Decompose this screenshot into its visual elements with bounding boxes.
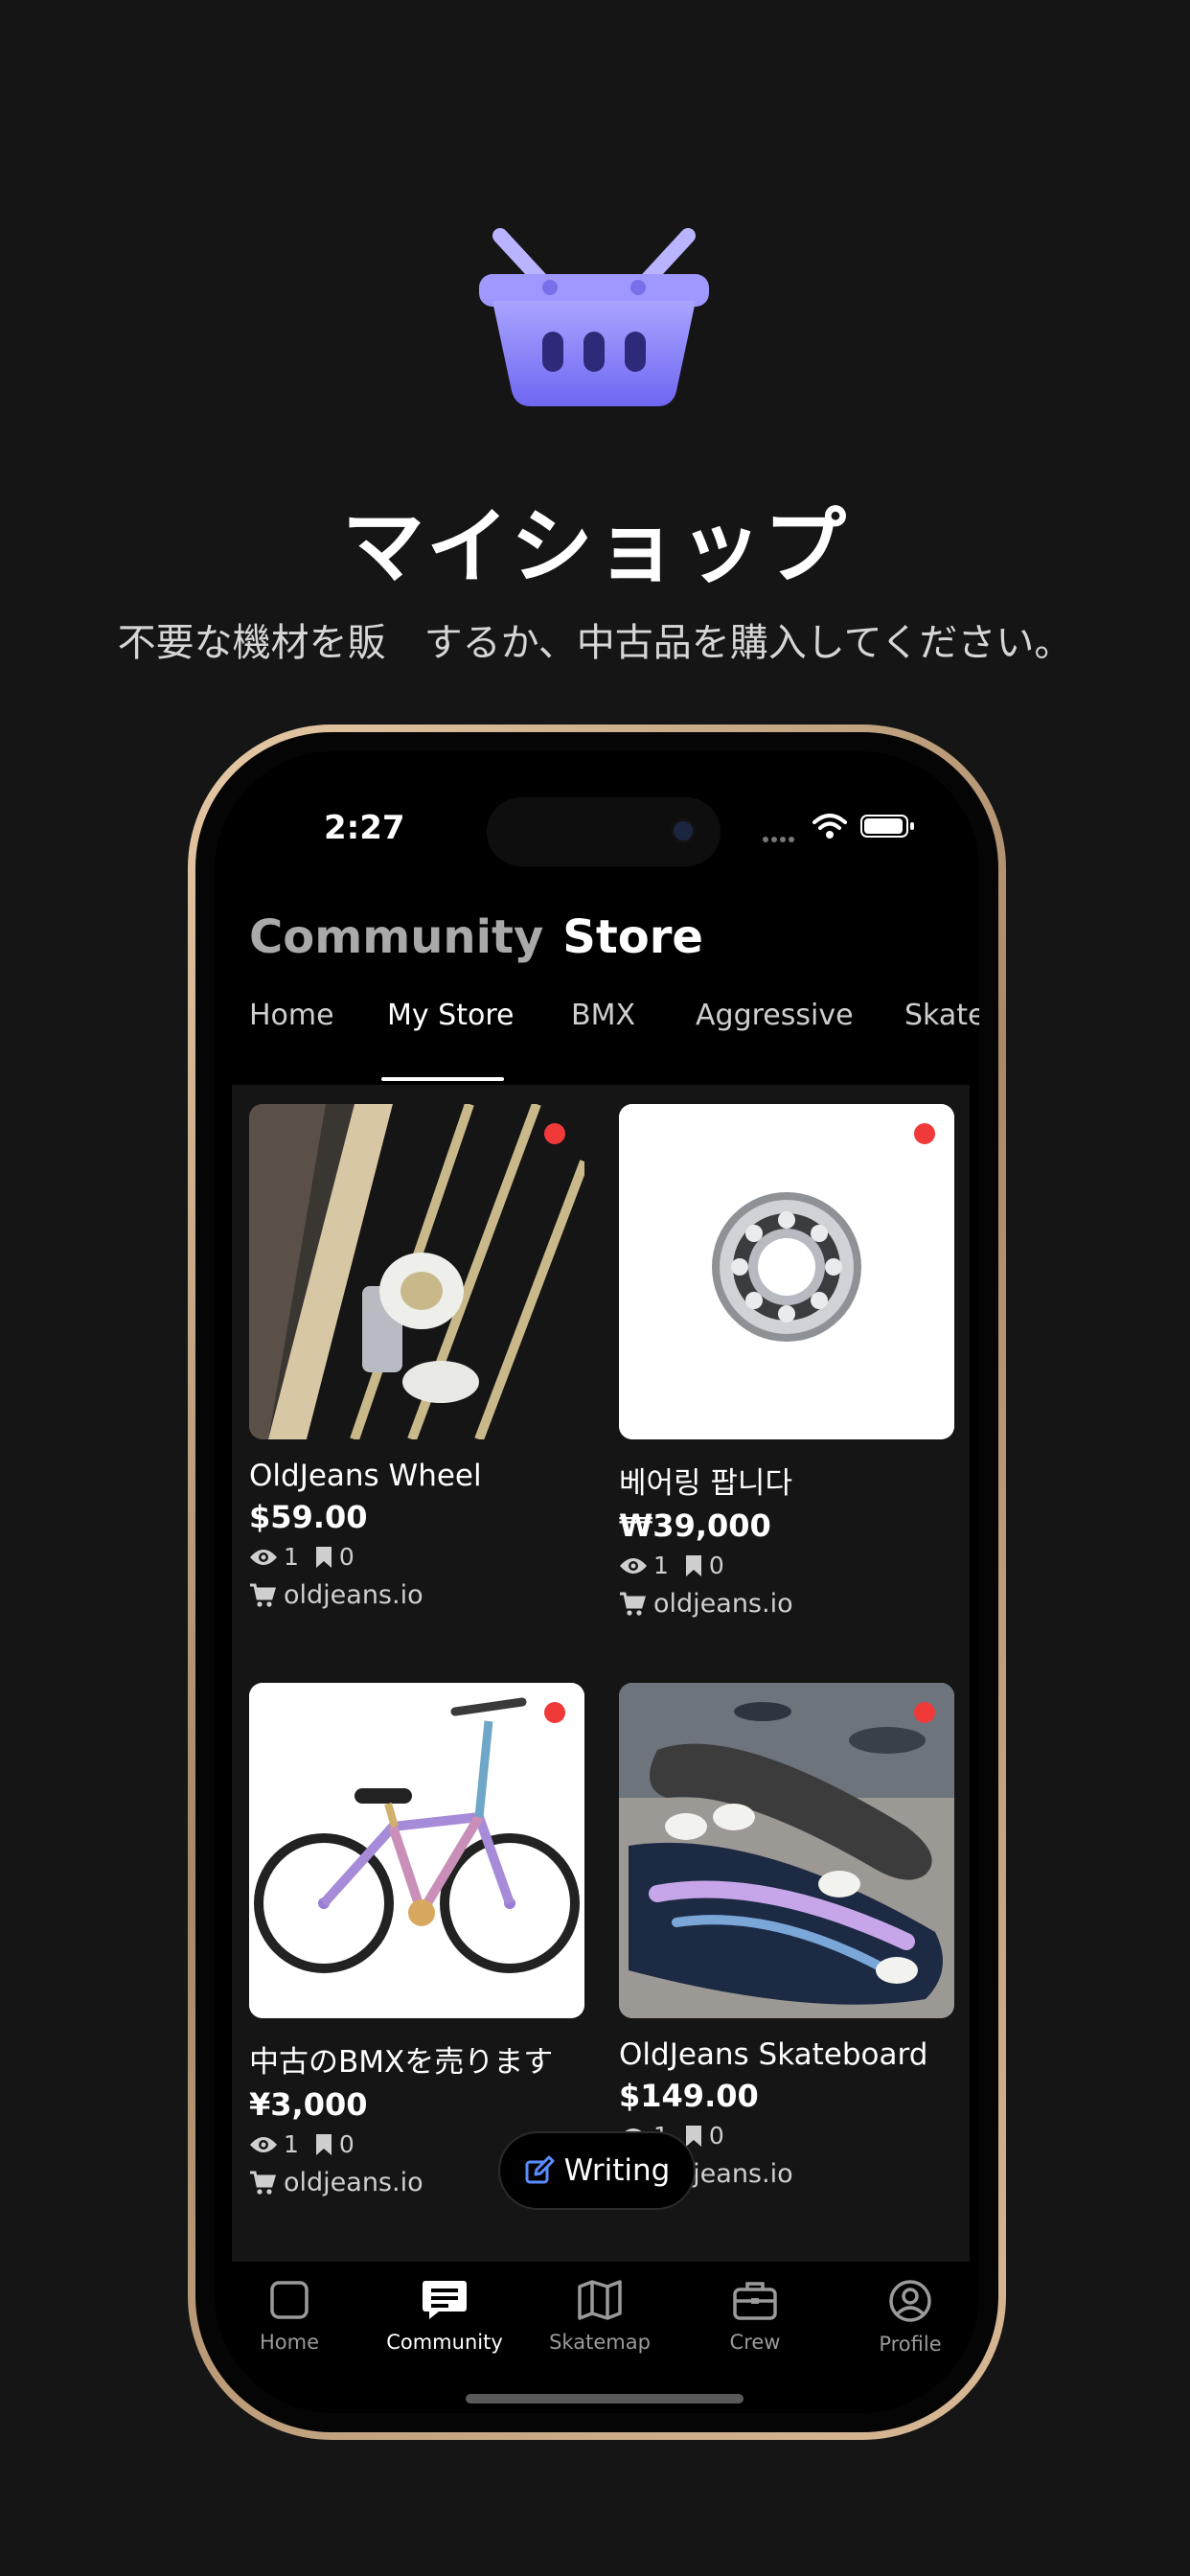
status-bar: 2:27: [215, 751, 979, 866]
hero-subtitle: 不要な機材を販 するか、中古品を購入してください。: [117, 621, 1073, 665]
bookmark-icon: [315, 1546, 332, 1568]
view-count: 1: [284, 1543, 299, 1571]
dynamic-island: [487, 797, 721, 866]
cart-icon: [250, 1583, 276, 1607]
skateboard-wheel-photo[interactable]: [249, 1104, 584, 1439]
eye-icon: [250, 2136, 277, 2152]
tab-skate[interactable]: Skate: [904, 999, 979, 1032]
product-card[interactable]: 中古のBMXを売ります ¥3,000 1 0 oldjeans.io: [249, 1683, 586, 2197]
nav-label: Profile: [879, 2333, 942, 2356]
shopping-basket-icon: [479, 228, 709, 406]
bookmark-count: 0: [708, 1552, 724, 1579]
bookmark-count: 0: [338, 2130, 355, 2158]
product-price: ₩39,000: [619, 1507, 771, 1544]
skateboard-photo[interactable]: [619, 1683, 954, 2018]
view-count: 1: [284, 2130, 299, 2158]
product-stats: 1 0: [619, 1552, 956, 1579]
new-badge: [544, 1123, 565, 1144]
tab-aggressive[interactable]: Aggressive: [696, 999, 854, 1032]
product-card[interactable]: OldJeans Wheel $59.00 1 0 oldjeans.io: [249, 1104, 586, 1610]
nav-label: Home: [259, 2331, 319, 2354]
product-card[interactable]: 베어링 팝니다 ₩39,000 1 0 oldjeans.io: [619, 1104, 956, 1619]
new-badge: [914, 1123, 935, 1144]
battery-icon: [860, 815, 908, 838]
tab-my-store[interactable]: My Store: [387, 999, 514, 1032]
phone-frame: 2:27 Community Store Home My Store BMX Ag…: [188, 724, 1006, 2440]
tab-bmx[interactable]: BMX: [571, 999, 635, 1032]
bookmark-icon: [315, 2133, 332, 2155]
camera-icon: [671, 818, 696, 843]
signal-icon: [763, 828, 801, 842]
product-stats: 1 0: [249, 1543, 586, 1571]
category-tabs: Home My Store BMX Aggressive Skate: [215, 999, 979, 1068]
phone-screen: 2:27 Community Store Home My Store BMX Ag…: [215, 751, 979, 2413]
store-title[interactable]: Store: [562, 910, 703, 964]
bookmark-count: 0: [338, 1543, 355, 1571]
store-link[interactable]: oldjeans.io: [284, 2168, 423, 2197]
view-count: 1: [653, 1552, 669, 1579]
product-grid: OldJeans Wheel $59.00 1 0 oldjeans.io 베어…: [232, 1085, 970, 2262]
product-price: $59.00: [249, 1499, 368, 1535]
bookmark-count: 0: [708, 2122, 724, 2150]
product-title: 베어링 팝니다: [619, 1466, 792, 1501]
nav-label: Crew: [729, 2331, 781, 2354]
bookmark-icon: [685, 2125, 701, 2147]
home-indicator[interactable]: [466, 2394, 744, 2404]
product-title: OldJeans Skateboard: [619, 2037, 928, 2072]
product-title: 中古のBMXを売ります: [249, 2045, 554, 2080]
nav-profile[interactable]: Profile: [843, 2279, 977, 2356]
product-card[interactable]: OldJeans Skateboard $149.00 1 0 oldjeans…: [619, 1683, 956, 2189]
profile-icon: [889, 2280, 931, 2322]
community-title[interactable]: Community: [249, 910, 543, 964]
product-store: oldjeans.io: [619, 1589, 956, 1619]
bookmark-icon: [685, 1554, 701, 1576]
tab-home[interactable]: Home: [249, 999, 334, 1032]
ball-bearing-photo[interactable]: [619, 1104, 954, 1439]
map-icon: [578, 2280, 622, 2320]
product-price: ¥3,000: [249, 2086, 368, 2123]
eye-icon: [620, 1557, 647, 1574]
writing-button[interactable]: Writing: [498, 2131, 696, 2210]
bottom-nav: Home Community Skatemap Crew Profile: [215, 2266, 979, 2413]
edit-icon: [525, 2155, 555, 2184]
store-link[interactable]: oldjeans.io: [284, 1580, 423, 1610]
hero-title: マイショップ: [342, 499, 848, 595]
chat-icon: [423, 2281, 467, 2319]
cart-icon: [620, 1592, 646, 1616]
briefcase-icon: [733, 2282, 777, 2320]
product-store: oldjeans.io: [249, 1580, 586, 1610]
wifi-icon: [812, 814, 847, 839]
app-header: Community Store: [249, 910, 703, 964]
nav-label: Skatemap: [549, 2331, 651, 2354]
nav-label: Community: [386, 2331, 503, 2354]
square-icon: [270, 2281, 309, 2319]
cart-icon: [250, 2171, 276, 2195]
store-link[interactable]: oldjeans.io: [653, 1589, 793, 1619]
nav-community[interactable]: Community: [378, 2279, 512, 2354]
tab-underline: [381, 1077, 504, 1081]
bmx-bike-photo[interactable]: [249, 1683, 584, 2018]
new-badge: [544, 1702, 565, 1723]
nav-skatemap[interactable]: Skatemap: [533, 2279, 667, 2354]
nav-crew[interactable]: Crew: [688, 2279, 822, 2354]
new-badge: [914, 1702, 935, 1723]
eye-icon: [250, 1549, 277, 1565]
writing-label: Writing: [563, 2153, 671, 2188]
status-time: 2:27: [324, 809, 405, 847]
nav-home[interactable]: Home: [222, 2279, 356, 2354]
product-title: OldJeans Wheel: [249, 1459, 482, 1493]
product-price: $149.00: [619, 2078, 759, 2114]
